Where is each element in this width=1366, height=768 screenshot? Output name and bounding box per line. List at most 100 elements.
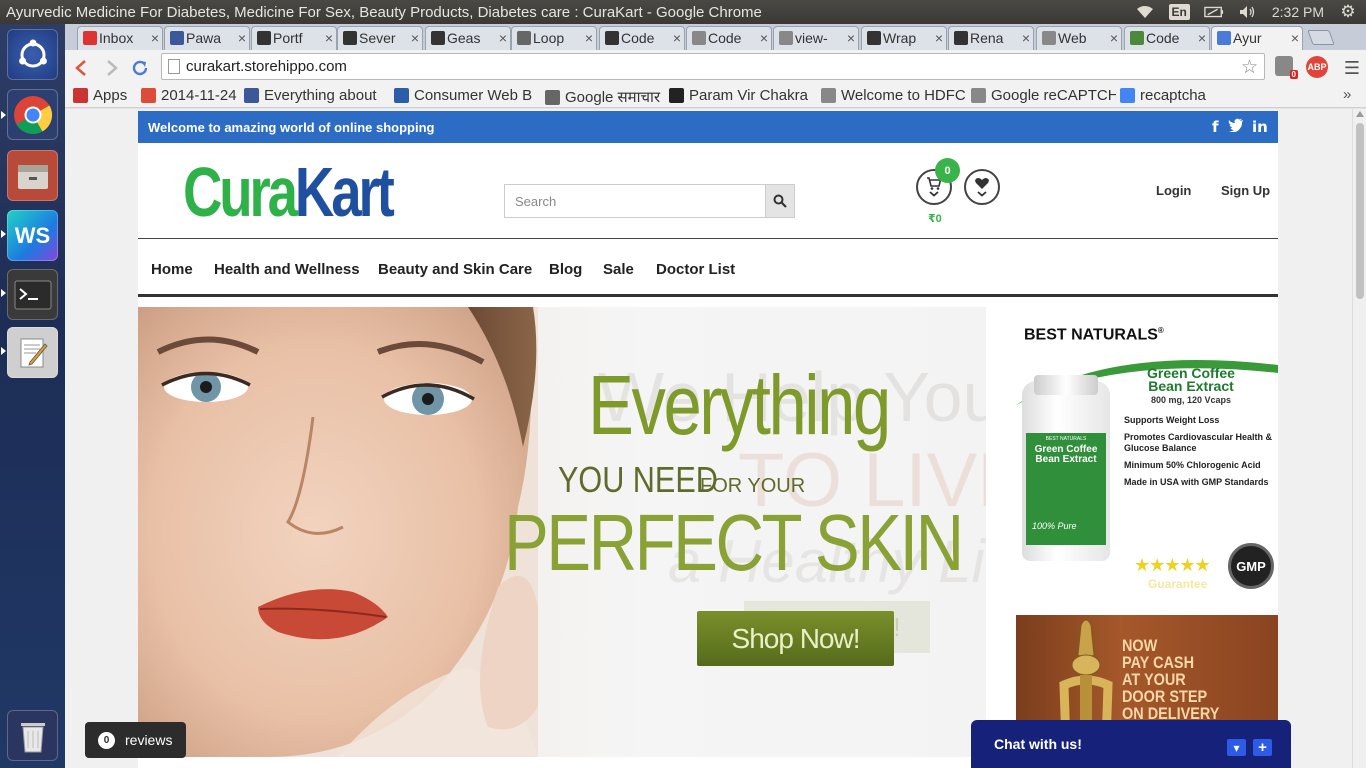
bookmark-item[interactable]: Google समाचार — [545, 87, 663, 107]
bookmark-item[interactable]: Param Vir Chakra — [669, 87, 815, 104]
ad-product-name: Green Coffee Bean Extract — [1147, 365, 1235, 394]
tab-close-icon[interactable]: × — [499, 30, 507, 46]
bookmark-item[interactable]: Consumer Web B — [394, 87, 539, 104]
reviews-count-icon: 0 — [98, 731, 115, 749]
shop-now-button[interactable]: Shop Now! — [697, 611, 894, 666]
back-button[interactable] — [70, 57, 92, 79]
tab-close-icon[interactable]: × — [238, 30, 246, 46]
search-box — [504, 184, 795, 218]
hero-banner[interactable]: We Help You TO LIVE a Healthy Life Every… — [138, 307, 986, 757]
twitter-icon[interactable] — [1228, 118, 1244, 136]
bookmark-item[interactable]: recaptcha — [1120, 87, 1220, 104]
bookmark-item[interactable]: 2014-11-24 — [141, 87, 239, 104]
tab-close-icon[interactable]: × — [1198, 30, 1206, 46]
terminal-launcher-icon[interactable] — [7, 269, 58, 320]
text-editor-launcher-icon[interactable] — [7, 327, 58, 378]
tab-close-icon[interactable]: × — [760, 30, 768, 46]
signup-link[interactable]: Sign Up — [1221, 183, 1270, 198]
tab-close-icon[interactable]: × — [411, 30, 419, 46]
browser-tab[interactable]: view- × — [773, 26, 859, 50]
bookmark-item[interactable]: Google reCAPTCH — [971, 87, 1116, 104]
keyboard-language-indicator[interactable]: En — [1168, 4, 1190, 20]
tab-label: Web — [1058, 30, 1087, 46]
tab-close-icon[interactable]: × — [847, 30, 855, 46]
scroll-up-arrow[interactable] — [1356, 111, 1364, 117]
reviews-widget[interactable]: 0 reviews — [85, 722, 186, 758]
page-scrollbar[interactable] — [1352, 109, 1366, 768]
browser-tab[interactable]: Sever × — [337, 26, 423, 50]
tab-close-icon[interactable]: × — [1022, 30, 1030, 46]
scrollbar-thumb[interactable] — [1356, 123, 1364, 299]
curakart-site: Welcome to amazing world of online shopp… — [138, 111, 1278, 768]
nav-home[interactable]: Home — [151, 261, 193, 278]
wordpress-icon — [954, 31, 968, 45]
bookmark-item[interactable]: Welcome to HDFC — [821, 87, 966, 104]
curakart-logo[interactable]: CuraKart — [183, 155, 395, 229]
chat-minimize-button[interactable]: ▾ — [1227, 739, 1246, 756]
extension-icon[interactable]: 0 — [1275, 56, 1298, 79]
chat-expand-button[interactable]: + — [1253, 739, 1272, 756]
clock[interactable]: 2:32 PM — [1272, 4, 1324, 20]
browser-tab[interactable]: Code × — [1124, 26, 1210, 50]
settings-gear-icon[interactable]: ⚙ — [1338, 2, 1358, 21]
tab-close-icon[interactable]: × — [1110, 30, 1118, 46]
browser-tab[interactable]: Code × — [599, 26, 685, 50]
address-bar[interactable]: curakart.storehippo.com ☆ — [161, 53, 1265, 80]
registered-mark: ® — [1157, 326, 1164, 335]
nav-blog[interactable]: Blog — [549, 261, 582, 278]
reload-button[interactable] — [129, 57, 151, 79]
ad-bullet: Supports Weight Loss — [1124, 415, 1220, 425]
browser-tab[interactable]: Wrap × — [861, 26, 947, 50]
login-link[interactable]: Login — [1156, 183, 1191, 198]
new-tab-button[interactable] — [1307, 30, 1335, 45]
page-icon — [1042, 31, 1056, 45]
wifi-icon[interactable] — [1135, 4, 1155, 20]
browser-tab[interactable]: Pawa × — [164, 26, 250, 50]
chrome-menu-button[interactable]: ☰ — [1341, 57, 1363, 79]
unity-launcher: WS — [0, 24, 65, 768]
bookmarks-overflow-icon[interactable]: » — [1343, 86, 1351, 103]
browser-tab[interactable]: Web × — [1036, 26, 1122, 50]
nav-doctor-list[interactable]: Doctor List — [656, 261, 735, 278]
bookmark-star-icon[interactable]: ☆ — [1241, 56, 1258, 79]
files-launcher-icon[interactable] — [7, 150, 58, 201]
tab-close-icon[interactable]: × — [585, 30, 593, 46]
webstorm-launcher-icon[interactable]: WS — [7, 210, 58, 261]
linkedin-icon[interactable]: in — [1252, 118, 1268, 136]
bookmark-item[interactable]: Everything about — [244, 87, 389, 104]
browser-tab[interactable]: Code × — [686, 26, 772, 50]
tab-close-icon[interactable]: × — [673, 30, 681, 46]
battery-icon[interactable] — [1204, 4, 1224, 20]
browser-tab[interactable]: Inbox × — [77, 26, 163, 50]
bookmark-item[interactable]: Apps — [73, 87, 135, 104]
bookmark-label: Google reCAPTCH — [991, 87, 1116, 104]
search-button[interactable] — [765, 185, 794, 217]
forward-button[interactable] — [101, 57, 123, 79]
tab-close-icon[interactable]: × — [325, 30, 333, 46]
wishlist-button[interactable] — [964, 169, 1000, 205]
nav-sale[interactable]: Sale — [603, 261, 634, 278]
tab-close-icon[interactable]: × — [935, 30, 943, 46]
adblock-plus-icon[interactable]: ABP — [1306, 56, 1328, 78]
rating-stars: ★★★★★ — [1134, 555, 1211, 575]
chat-widget[interactable]: Chat with us! ▾ + — [971, 720, 1291, 768]
browser-tab[interactable]: Rena × — [948, 26, 1034, 50]
chrome-launcher-icon[interactable] — [7, 89, 58, 140]
search-input[interactable] — [505, 185, 765, 217]
volume-icon[interactable] — [1238, 4, 1258, 20]
tab-label: Portf — [273, 30, 303, 46]
nav-health-and-wellness[interactable]: Health and Wellness — [214, 261, 360, 278]
ad-bullet: Promotes Cardiovascular Health & Glucose… — [1124, 432, 1273, 453]
facebook-icon[interactable]: f — [1212, 118, 1219, 136]
browser-tab[interactable]: Ayur × — [1211, 26, 1303, 50]
browser-tab[interactable]: Loop × — [511, 26, 597, 50]
trash-icon[interactable] — [7, 710, 58, 761]
green-coffee-ad[interactable]: BEST NATURALS® Green Coffee Bean Extract … — [1016, 321, 1278, 595]
browser-tab[interactable]: Geas × — [425, 26, 511, 50]
browser-tab[interactable]: Portf × — [251, 26, 337, 50]
tab-close-icon[interactable]: × — [151, 30, 159, 46]
ubuntu-dash-icon[interactable] — [7, 29, 58, 80]
nav-beauty-and-skin-care[interactable]: Beauty and Skin Care — [378, 261, 532, 278]
tab-label: Ayur — [1233, 30, 1262, 46]
tab-close-icon[interactable]: × — [1291, 30, 1299, 46]
